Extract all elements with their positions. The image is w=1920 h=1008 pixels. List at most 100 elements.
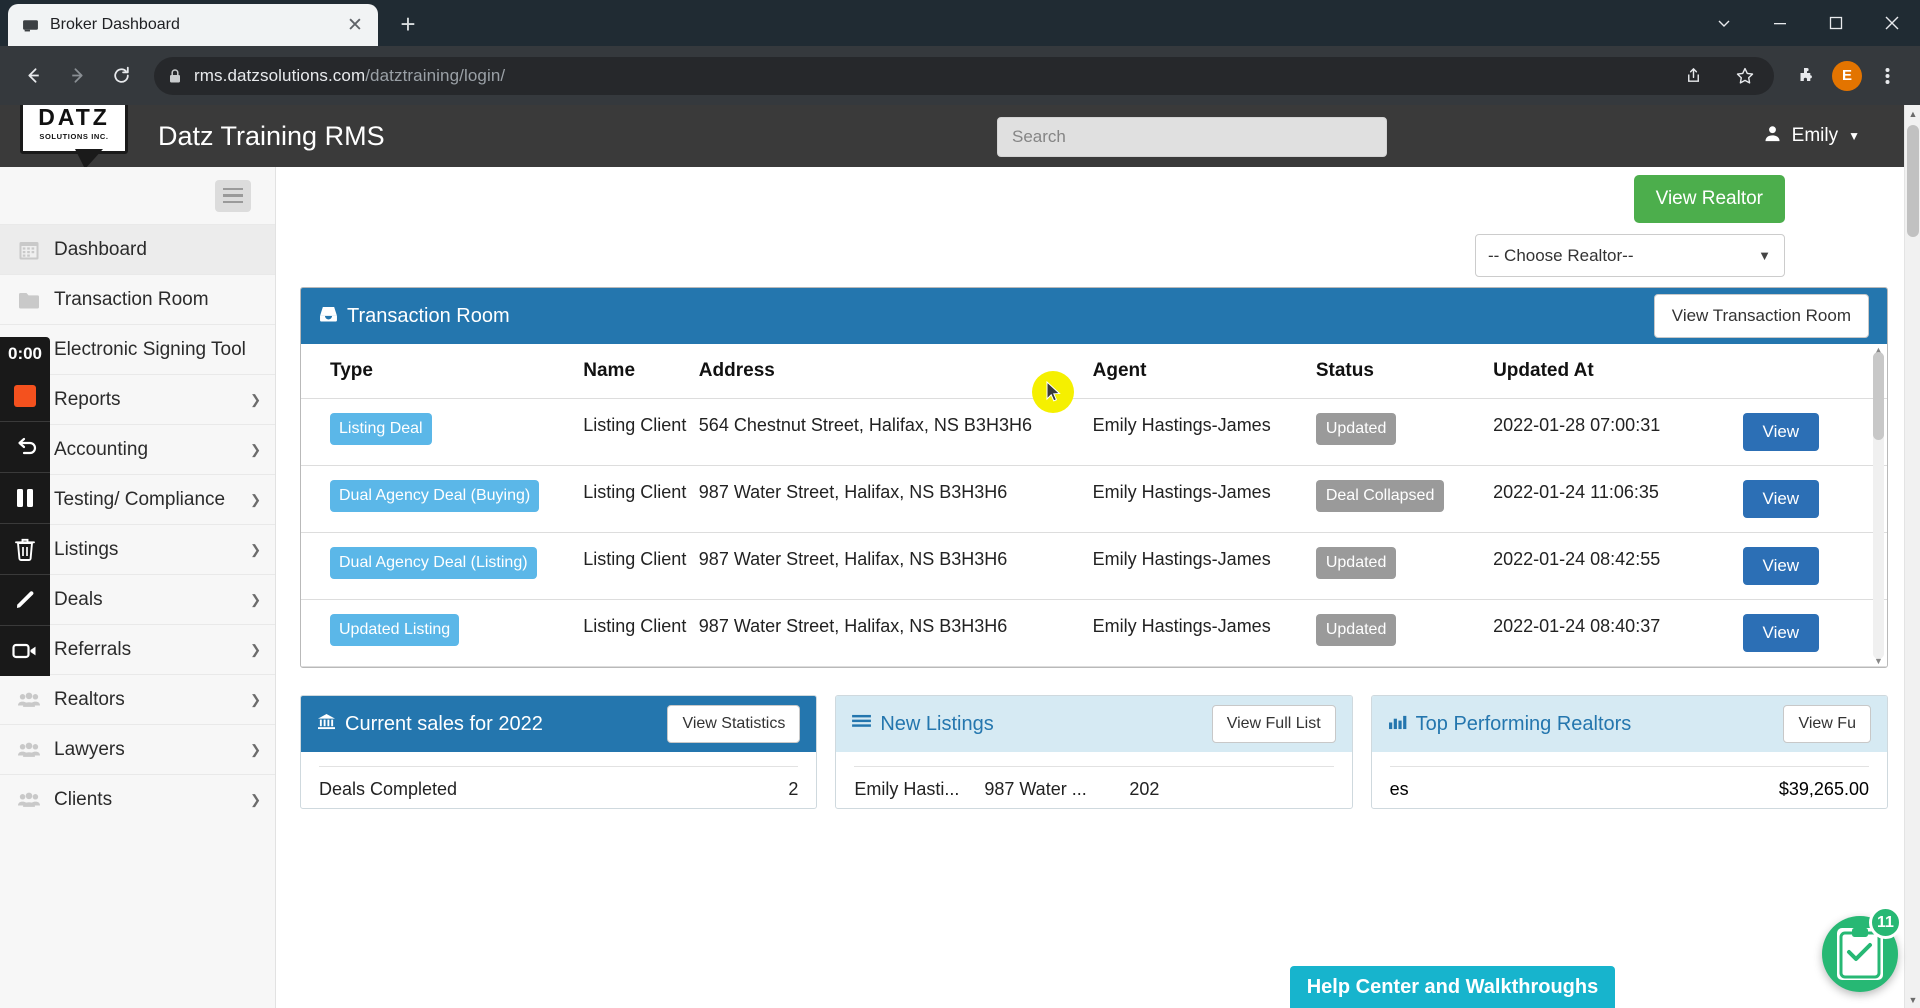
property-address: 987 Water Street, Halifax, NS B3H3H6 bbox=[698, 532, 1093, 600]
client-name: Listing Client bbox=[583, 398, 699, 466]
video-camera-icon bbox=[12, 643, 36, 659]
chevron-right-icon: ❯ bbox=[250, 641, 261, 657]
dashboard-cards: Current sales for 2022 View Statistics D… bbox=[300, 695, 1888, 809]
reload-button[interactable] bbox=[102, 57, 140, 95]
chevron-down-icon[interactable]: ▼ bbox=[1874, 656, 1883, 666]
draw-tool-button[interactable] bbox=[0, 575, 50, 625]
updated-at: 2022-01-24 08:42:55 bbox=[1493, 532, 1743, 600]
undo-button[interactable] bbox=[0, 422, 50, 472]
status-badge: Deal Collapsed bbox=[1315, 480, 1445, 512]
window-close-icon[interactable] bbox=[1864, 0, 1920, 46]
chevron-up-icon[interactable]: ▲ bbox=[1905, 105, 1920, 122]
view-row-button[interactable]: View bbox=[1742, 547, 1820, 585]
restore-icon[interactable] bbox=[1808, 0, 1864, 46]
back-button[interactable] bbox=[14, 57, 52, 95]
sidebar-item-lawyers[interactable]: Lawyers ❯ bbox=[0, 724, 275, 774]
realtor-row: es $39,265.00 bbox=[1389, 766, 1869, 800]
delete-recording-button[interactable] bbox=[0, 524, 50, 574]
deal-type-badge: Dual Agency Deal (Listing) bbox=[330, 547, 537, 579]
property-address: 564 Chestnut Street, Halifax, NS B3H3H6 bbox=[698, 398, 1093, 466]
extensions-button[interactable] bbox=[1788, 57, 1826, 95]
status-badge: Updated bbox=[1315, 413, 1397, 445]
sidebar-item-label: Accounting bbox=[54, 438, 149, 460]
url-domain: rms.datzsolutions.com bbox=[194, 65, 366, 85]
transaction-room-panel: Transaction Room View Transaction Room T… bbox=[300, 287, 1888, 668]
page-scroll-thumb[interactable] bbox=[1907, 125, 1919, 237]
hamburger-icon bbox=[223, 194, 243, 197]
sidebar-toggle-button[interactable] bbox=[215, 179, 251, 212]
column-header: Updated At bbox=[1493, 344, 1743, 399]
view-row-button[interactable]: View bbox=[1742, 480, 1820, 518]
agent-name: Emily Hastings-James bbox=[1092, 532, 1316, 600]
view-row-button[interactable]: View bbox=[1742, 413, 1820, 451]
forward-button[interactable] bbox=[58, 57, 96, 95]
browser-tab[interactable]: Broker Dashboard ✕ bbox=[8, 4, 378, 46]
browser-toolbar: rms.datzsolutions.com/datztraining/login… bbox=[0, 46, 1920, 105]
transaction-table: Type Name Address Agent Status Updated At Lis… bbox=[301, 344, 1887, 667]
table-body: Listing Deal Listing Client 564 Chestnut S… bbox=[301, 398, 1887, 667]
help-fab-button[interactable]: 11 bbox=[1822, 906, 1902, 992]
star-icon[interactable] bbox=[1728, 59, 1762, 93]
minimize-icon[interactable] bbox=[1752, 0, 1808, 46]
view-realtor-button[interactable]: View Realtor bbox=[1633, 175, 1785, 223]
view-full-list-button[interactable]: View Full List bbox=[1211, 705, 1336, 743]
agent-name: Emily Hastings-James bbox=[1092, 398, 1316, 466]
sidebar-item-label: Realtors bbox=[54, 688, 125, 710]
client-name: Listing Client bbox=[583, 465, 699, 533]
sidebar-item-clients[interactable]: Clients ❯ bbox=[0, 774, 275, 824]
folder-icon bbox=[18, 289, 40, 311]
pause-icon bbox=[17, 489, 33, 507]
panel-title: Transaction Room bbox=[347, 304, 510, 327]
view-transaction-room-button[interactable]: View Transaction Room bbox=[1653, 294, 1869, 338]
chevron-right-icon: ❯ bbox=[250, 391, 261, 407]
chevron-right-icon: ❯ bbox=[250, 791, 261, 807]
card-title: Top Performing Realtors bbox=[1415, 712, 1632, 735]
recording-timer: 0:00 bbox=[0, 337, 50, 371]
camera-toggle-button[interactable] bbox=[0, 626, 50, 676]
listing-date: 202 bbox=[1129, 779, 1160, 799]
sidebar-item-transaction-room[interactable]: Transaction Room bbox=[0, 274, 275, 324]
share-icon[interactable] bbox=[1676, 59, 1710, 93]
view-full-button[interactable]: View Fu bbox=[1783, 705, 1871, 743]
user-name: Emily bbox=[1791, 125, 1839, 146]
close-icon[interactable]: ✕ bbox=[344, 14, 366, 36]
choose-realtor-select[interactable]: -- Choose Realtor-- bbox=[1475, 234, 1785, 277]
sidebar-item-label: Electronic Signing Tool bbox=[54, 338, 246, 360]
sidebar-item-label: Lawyers bbox=[54, 738, 125, 760]
table-scroll-thumb[interactable] bbox=[1873, 352, 1884, 440]
url-text: rms.datzsolutions.com/datztraining/login… bbox=[194, 66, 505, 86]
kebab-menu-icon[interactable] bbox=[1868, 57, 1906, 95]
app-header: DATZ SOLUTIONS INC. Datz Training RMS Em… bbox=[0, 105, 1920, 169]
column-header: Agent bbox=[1092, 344, 1316, 399]
sidebar-item-dashboard[interactable]: Dashboard bbox=[0, 224, 275, 274]
chevron-down-icon[interactable] bbox=[1696, 0, 1752, 46]
new-tab-button[interactable]: + bbox=[388, 4, 428, 44]
sidebar-item-label: Clients bbox=[54, 788, 113, 810]
help-center-bar[interactable]: Help Center and Walkthroughs bbox=[1290, 966, 1615, 1008]
sidebar-item-label: Testing/ Compliance bbox=[54, 488, 226, 510]
card-title: New Listings bbox=[880, 712, 994, 735]
address-bar[interactable]: rms.datzsolutions.com/datztraining/login… bbox=[154, 56, 1774, 95]
view-row-button[interactable]: View bbox=[1742, 614, 1820, 652]
listing-address: 987 Water ... bbox=[984, 779, 1087, 799]
view-statistics-button[interactable]: View Statistics bbox=[667, 705, 801, 743]
app-logo: DATZ SOLUTIONS INC. bbox=[20, 105, 130, 169]
search-input[interactable] bbox=[997, 117, 1387, 157]
card-header: Top Performing Realtors View Fu bbox=[1371, 696, 1887, 752]
chevron-down-icon[interactable]: ▼ bbox=[1905, 991, 1920, 1008]
stop-recording-button[interactable] bbox=[0, 371, 50, 421]
property-address: 987 Water Street, Halifax, NS B3H3H6 bbox=[698, 599, 1093, 667]
table-scrollbar[interactable]: ▲ ▼ bbox=[1873, 345, 1884, 666]
page-scrollbar[interactable]: ▲ ▼ bbox=[1904, 105, 1920, 1008]
screen-recorder-toolbar: 0:00 bbox=[0, 337, 50, 676]
user-menu[interactable]: Emily ▼ bbox=[1763, 124, 1860, 148]
profile-avatar[interactable]: E bbox=[1832, 60, 1862, 91]
pause-recording-button[interactable] bbox=[0, 473, 50, 523]
web-page: DATZ SOLUTIONS INC. Datz Training RMS Em… bbox=[0, 105, 1920, 1008]
card-title: Current sales for 2022 bbox=[345, 712, 543, 735]
column-header: Status bbox=[1315, 344, 1494, 399]
sidebar-item-realtors[interactable]: Realtors ❯ bbox=[0, 674, 275, 724]
card-header: Current sales for 2022 View Statistics bbox=[301, 696, 817, 752]
chevron-right-icon: ❯ bbox=[250, 741, 261, 757]
trash-icon bbox=[15, 538, 35, 561]
